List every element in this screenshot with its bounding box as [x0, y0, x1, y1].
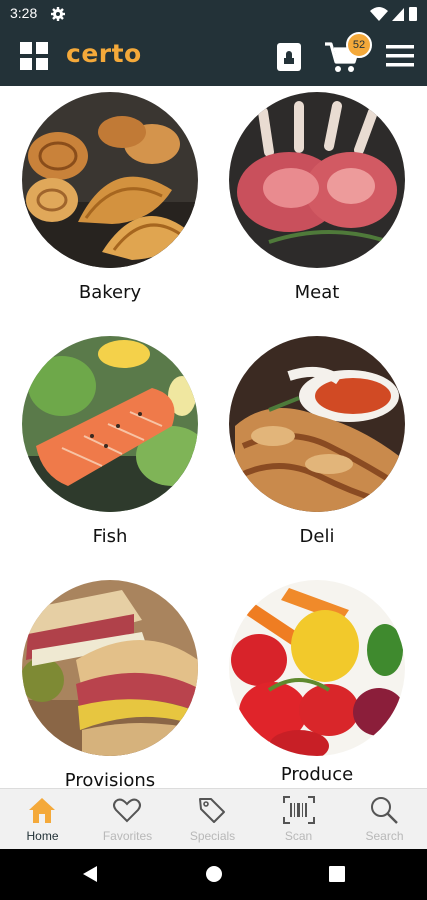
category-deli[interactable]: Deli — [229, 336, 405, 551]
settings-gear-icon — [51, 7, 65, 21]
app-logo[interactable]: certo — [66, 39, 142, 68]
category-label: Bakery — [78, 282, 142, 303]
nav-label: Favorites — [102, 829, 153, 843]
category-label: Produce — [280, 764, 354, 785]
cart-count-badge: 52 — [346, 32, 372, 58]
barcode-icon — [283, 796, 315, 824]
wifi-icon — [370, 7, 388, 21]
category-label: Provisions — [64, 770, 156, 788]
hamburger-menu-icon[interactable] — [386, 44, 414, 68]
category-label: Meat — [294, 282, 340, 303]
nav-label: Search — [365, 829, 404, 843]
nav-label: Specials — [189, 829, 236, 843]
home-icon — [29, 798, 55, 823]
category-label: Deli — [299, 526, 335, 547]
fish-image — [22, 336, 198, 512]
bottom-nav: Home Favorites Specials Scan Search — [0, 788, 427, 850]
system-nav-bar — [0, 849, 427, 900]
app-bar: certo 52 — [0, 28, 427, 86]
nav-search[interactable]: Search — [342, 789, 427, 850]
battery-icon — [409, 7, 417, 21]
nav-label: Scan — [284, 829, 313, 843]
nav-home[interactable]: Home — [0, 789, 85, 850]
category-meat[interactable]: Meat — [229, 92, 405, 307]
category-produce[interactable]: Produce — [229, 580, 405, 788]
bakery-image — [22, 92, 198, 268]
category-provisions[interactable]: Provisions — [22, 580, 198, 788]
produce-image — [229, 580, 405, 756]
nav-scan[interactable]: Scan — [256, 789, 341, 850]
recents-icon[interactable] — [329, 866, 345, 882]
heart-icon — [113, 798, 141, 823]
back-icon[interactable] — [82, 865, 98, 883]
search-icon — [371, 797, 398, 824]
home-circle-icon[interactable] — [205, 865, 223, 883]
nav-specials[interactable]: Specials — [170, 789, 255, 850]
deli-image — [229, 336, 405, 512]
provisions-image — [22, 580, 198, 756]
category-label: Fish — [92, 526, 128, 547]
nav-label: Home — [26, 829, 59, 843]
category-grid: Bakery Meat Fish Deli Provisions Produce — [0, 86, 427, 788]
tag-icon — [199, 798, 225, 823]
grid-menu-icon[interactable] — [20, 42, 48, 70]
status-bar: 3:28 — [0, 0, 427, 28]
meat-image — [229, 92, 405, 268]
loyalty-card-icon[interactable] — [276, 42, 302, 72]
signal-icon — [392, 8, 404, 21]
status-time: 3:28 — [10, 5, 38, 21]
category-bakery[interactable]: Bakery — [22, 92, 198, 307]
status-icons — [370, 7, 417, 21]
category-fish[interactable]: Fish — [22, 336, 198, 551]
nav-favorites[interactable]: Favorites — [85, 789, 170, 850]
